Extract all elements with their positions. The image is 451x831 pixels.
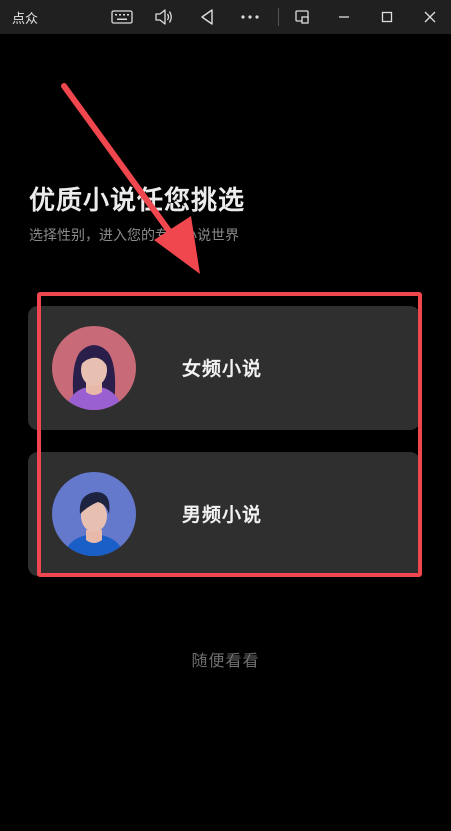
close-icon[interactable] <box>416 5 444 29</box>
female-novel-option[interactable]: 女频小说 <box>28 306 420 430</box>
maximize-icon[interactable] <box>373 5 401 29</box>
female-avatar-icon <box>52 326 136 410</box>
more-icon[interactable] <box>236 5 264 29</box>
male-novel-label: 男频小说 <box>182 504 263 526</box>
male-avatar-icon <box>52 472 136 556</box>
volume-icon[interactable] <box>150 5 178 29</box>
page-title: 优质小说任您挑选 <box>29 186 246 216</box>
male-novel-option[interactable]: 男频小说 <box>28 452 420 576</box>
female-novel-label: 女频小说 <box>182 358 263 380</box>
back-icon[interactable] <box>193 5 221 29</box>
page-subtitle: 选择性别，进入您的专属小说世界 <box>29 228 239 244</box>
titlebar-divider <box>278 8 279 26</box>
keyboard-icon[interactable] <box>108 5 136 29</box>
screenshot-icon[interactable] <box>288 5 316 29</box>
browse-anyway-link[interactable]: 随便看看 <box>0 647 451 671</box>
minimize-icon[interactable] <box>330 5 358 29</box>
app-title: 点众 <box>12 12 39 27</box>
window-titlebar: 点众 <box>0 0 451 34</box>
